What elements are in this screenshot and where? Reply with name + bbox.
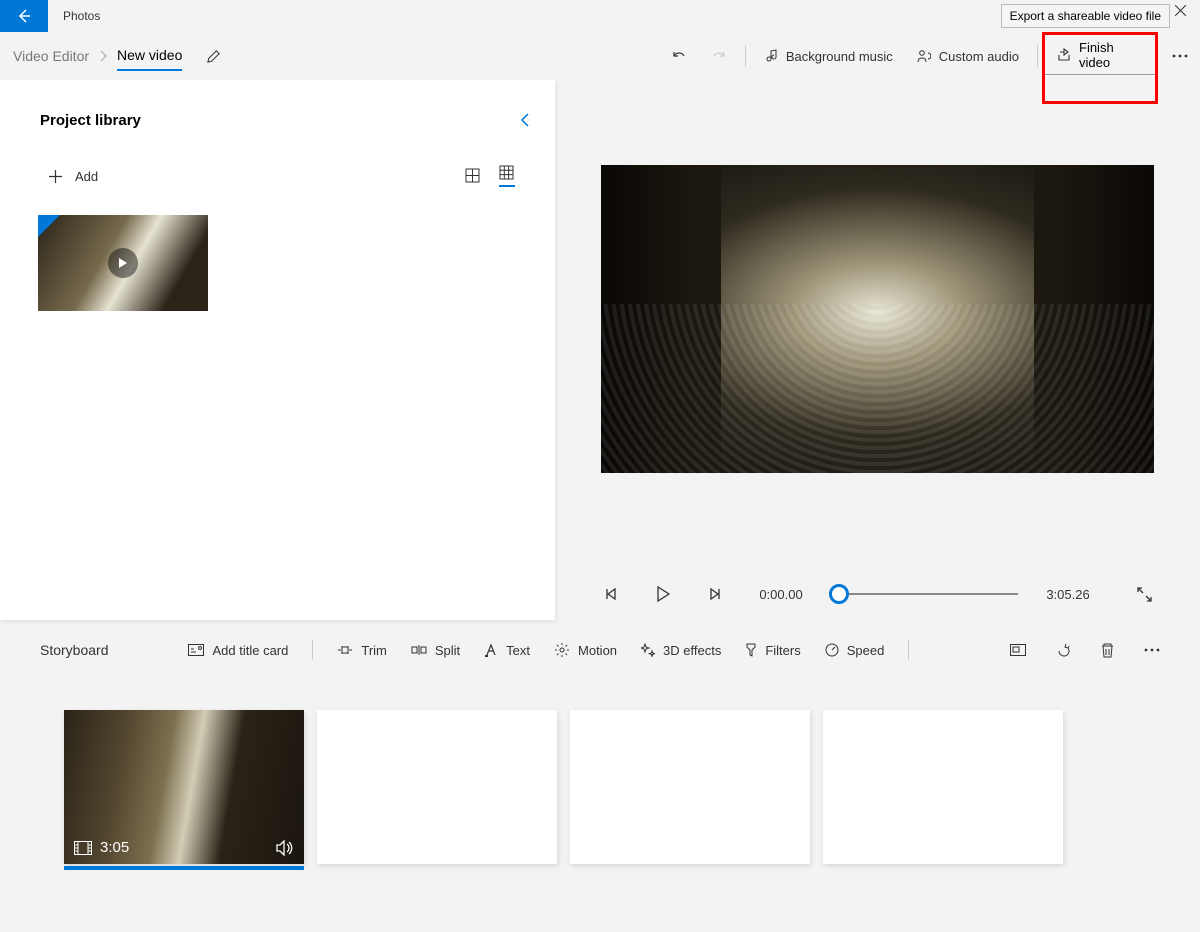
add-media-button[interactable]: Add: [48, 169, 98, 184]
large-grid-view-button[interactable]: [465, 168, 481, 184]
text-button[interactable]: Text: [484, 643, 530, 658]
text-label: Text: [506, 643, 530, 658]
back-button[interactable]: [0, 0, 48, 32]
breadcrumb-current[interactable]: New video: [117, 41, 182, 71]
music-icon: [764, 49, 778, 63]
seek-bar[interactable]: [831, 593, 1018, 595]
custom-audio-label: Custom audio: [939, 49, 1019, 64]
prev-frame-button[interactable]: [595, 578, 627, 610]
play-button[interactable]: [647, 578, 679, 610]
filters-button[interactable]: Filters: [745, 643, 800, 658]
seek-thumb[interactable]: [829, 584, 849, 604]
storyboard-title: Storyboard: [40, 642, 108, 658]
app-title: Photos: [48, 9, 100, 23]
more-button[interactable]: [1160, 32, 1200, 80]
storyboard-more-button[interactable]: [1144, 648, 1160, 652]
finish-tooltip: Export a shareable video file: [1001, 4, 1170, 28]
redo-button: [699, 32, 739, 80]
plus-icon: [48, 169, 63, 184]
add-title-card-button[interactable]: Add title card: [188, 643, 288, 658]
speed-icon: [825, 643, 839, 657]
trim-icon: [337, 644, 353, 656]
filmstrip-icon: [74, 841, 92, 855]
motion-label: Motion: [578, 643, 617, 658]
speed-button[interactable]: Speed: [825, 643, 885, 658]
storyboard-empty-slot[interactable]: [823, 710, 1063, 864]
small-grid-view-button[interactable]: [499, 165, 515, 187]
split-button[interactable]: Split: [411, 643, 460, 658]
finish-video-label: Finish video: [1079, 40, 1143, 70]
motion-icon: [554, 642, 570, 658]
next-frame-button[interactable]: [699, 578, 731, 610]
3d-effects-button[interactable]: 3D effects: [641, 643, 721, 658]
storyboard-clip[interactable]: 3:05: [64, 710, 304, 864]
video-preview[interactable]: [601, 165, 1154, 473]
storyboard-empty-slot[interactable]: [570, 710, 810, 864]
title-card-label: Add title card: [212, 643, 288, 658]
3d-label: 3D effects: [663, 643, 721, 658]
title-card-icon: [188, 644, 204, 656]
project-library-panel: Project library Add: [0, 80, 555, 620]
separator: [1037, 45, 1038, 67]
resize-button[interactable]: [1010, 644, 1026, 656]
background-music-button[interactable]: Background music: [752, 32, 905, 80]
separator: [745, 45, 746, 67]
split-icon: [411, 644, 427, 656]
add-label: Add: [75, 169, 98, 184]
finish-video-highlight: Finish video: [1042, 32, 1158, 104]
total-time: 3:05.26: [1038, 587, 1098, 602]
text-icon: [484, 643, 498, 657]
finish-video-button[interactable]: Finish video: [1045, 35, 1155, 75]
rotate-button[interactable]: [1056, 643, 1071, 658]
speaker-icon: [276, 840, 294, 856]
library-clip-thumbnail[interactable]: [38, 215, 208, 311]
trim-label: Trim: [361, 643, 387, 658]
custom-audio-button[interactable]: Custom audio: [905, 32, 1031, 80]
filters-label: Filters: [765, 643, 800, 658]
separator: [312, 640, 313, 660]
speed-label: Speed: [847, 643, 885, 658]
chevron-right-icon: [99, 50, 107, 62]
play-overlay-icon: [108, 248, 138, 278]
undo-button[interactable]: [659, 32, 699, 80]
separator: [908, 640, 909, 660]
split-label: Split: [435, 643, 460, 658]
clip-duration: 3:05: [100, 839, 129, 856]
clip-progress-bar: [64, 866, 304, 870]
current-time: 0:00.00: [751, 587, 811, 602]
fullscreen-button[interactable]: [1128, 578, 1160, 610]
filters-icon: [745, 643, 757, 657]
person-audio-icon: [917, 49, 931, 63]
breadcrumb: Video Editor New video: [0, 41, 221, 71]
export-icon: [1057, 48, 1071, 62]
edit-title-button[interactable]: [206, 49, 221, 64]
library-title: Project library: [40, 112, 141, 129]
collapse-library-button[interactable]: [520, 112, 535, 128]
delete-button[interactable]: [1101, 643, 1114, 658]
sparkle-icon: [641, 643, 655, 657]
trim-button[interactable]: Trim: [337, 643, 387, 658]
background-music-label: Background music: [786, 49, 893, 64]
breadcrumb-root[interactable]: Video Editor: [13, 48, 89, 64]
storyboard-empty-slot[interactable]: [317, 710, 557, 864]
motion-button[interactable]: Motion: [554, 642, 617, 658]
